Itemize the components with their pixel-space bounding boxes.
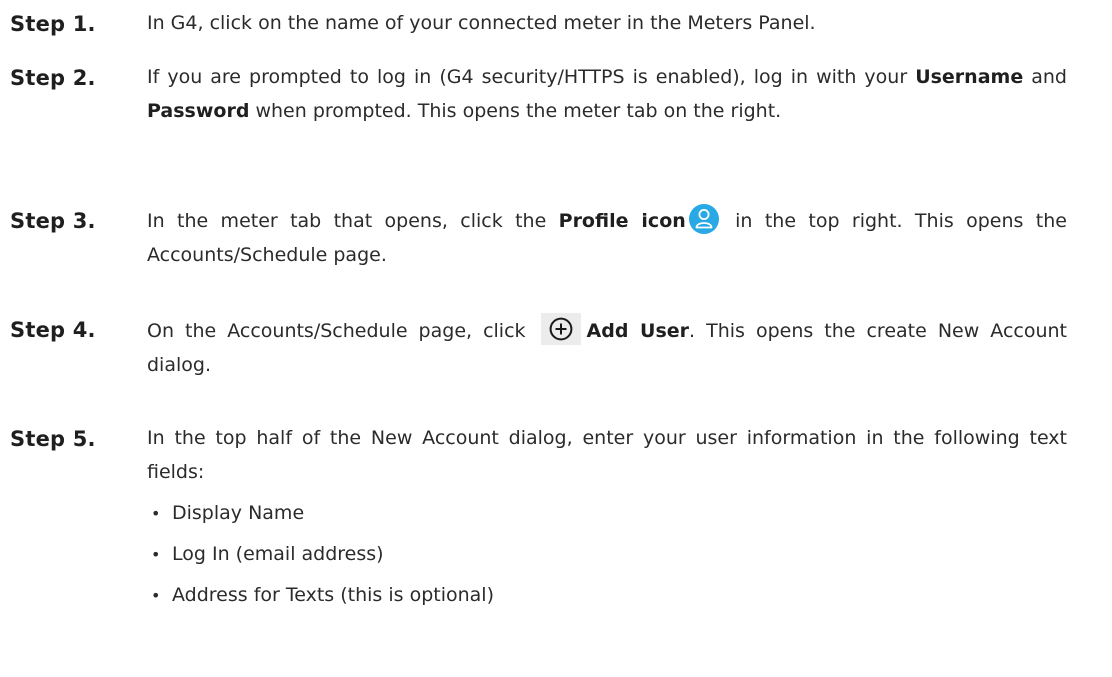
- step-1-sentence: In G4, click on the name of your connect…: [147, 12, 816, 34]
- step-2-text: If you are prompted to log in (G4 securi…: [147, 61, 1067, 128]
- add-circle-icon: [540, 313, 581, 345]
- step-3-text-part-a: In the meter tab that opens, click the: [147, 210, 559, 232]
- instruction-document: Step 1. In G4, click on the name of your…: [0, 0, 1112, 677]
- step-4-label: Step 4.: [10, 318, 96, 342]
- list-item: Display Name: [147, 493, 1067, 534]
- step-2-label: Step 2.: [10, 66, 96, 90]
- step-3-text: In the meter tab that opens, click the P…: [147, 204, 1067, 272]
- step-2-text-part-b: and: [1023, 66, 1067, 88]
- step-1-text: In G4, click on the name of your connect…: [147, 7, 1067, 41]
- step-3-label: Step 3.: [10, 209, 96, 233]
- step-5-text: In the top half of the New Account dialo…: [147, 422, 1067, 616]
- step-2-text-part-a: If you are prompted to log in (G4 securi…: [147, 66, 916, 88]
- step-4-text: On the Accounts/Schedule page, click Add…: [147, 313, 1067, 382]
- step-1-label: Step 1.: [10, 12, 96, 36]
- step-5-sentence: In the top half of the New Account dialo…: [147, 427, 1067, 483]
- step-4-text-part-a: On the Accounts/Schedule page, click: [147, 320, 537, 342]
- field-list: Display Name Log In (email address) Addr…: [147, 493, 1067, 616]
- profile-icon: [688, 204, 719, 234]
- step-5-label: Step 5.: [10, 427, 96, 451]
- add-user-term: Add User: [586, 320, 690, 342]
- username-term: Username: [915, 66, 1024, 88]
- profile-icon-term: Profile icon: [558, 210, 686, 232]
- step-2-text-part-c: when prompted. This opens the meter tab …: [249, 99, 782, 122]
- list-item: Log In (email address): [147, 534, 1067, 575]
- password-term: Password: [147, 99, 250, 122]
- list-item: Address for Texts (this is optional): [147, 575, 1067, 616]
